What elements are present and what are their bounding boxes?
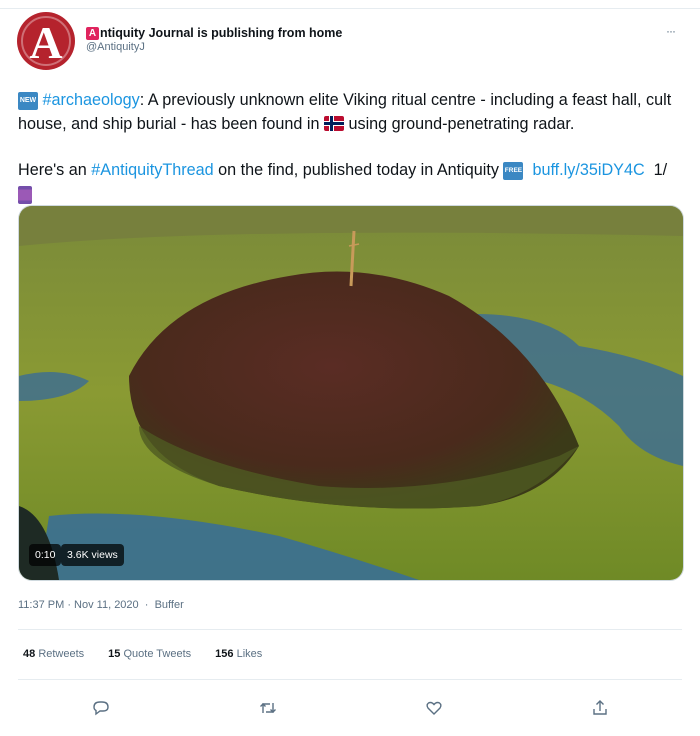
like-icon[interactable] bbox=[424, 698, 444, 718]
account-name-text: ntiquity Journal is publishing from home bbox=[100, 26, 343, 40]
avatar-logo-letter: A bbox=[29, 17, 63, 68]
tweet-timestamp[interactable]: 11:37 PM · Nov 11, 2020 bbox=[18, 599, 139, 611]
tweet-line2-start: Here's an bbox=[18, 161, 87, 179]
retweets-stat[interactable]: 48 Retweets bbox=[23, 648, 84, 660]
thread-spool-icon bbox=[18, 185, 32, 204]
reply-icon[interactable] bbox=[91, 698, 111, 718]
video-views: 3.6K views bbox=[61, 544, 124, 566]
tweet-source[interactable]: Buffer bbox=[155, 599, 184, 611]
tweet-text: NEW #archaeology: A previously unknown e… bbox=[18, 88, 688, 206]
video-player[interactable] bbox=[18, 205, 684, 581]
tweet-line1-end: using ground-penetrating radar. bbox=[348, 115, 575, 133]
divider bbox=[18, 629, 682, 630]
tweet-link[interactable]: buff.ly/35iDY4C bbox=[532, 161, 644, 179]
hashtag-antiquitythread[interactable]: #AntiquityThread bbox=[91, 161, 213, 179]
likes-stat[interactable]: 156 Likes bbox=[215, 648, 262, 660]
avatar[interactable]: A bbox=[17, 12, 75, 70]
free-emoji-icon: FREE bbox=[503, 161, 524, 180]
norway-flag-icon bbox=[323, 116, 344, 131]
thread-count: 1/ bbox=[653, 161, 668, 179]
tweet-meta: 11:37 PM · Nov 11, 2020 · Buffer bbox=[18, 599, 184, 611]
a-logo-icon: A bbox=[86, 26, 99, 40]
hashtag-archaeology[interactable]: #archaeology bbox=[43, 91, 140, 109]
account-name[interactable]: A ntiquity Journal is publishing from ho… bbox=[86, 26, 342, 40]
new-emoji-icon: NEW bbox=[18, 91, 38, 110]
video-duration: 0:10 bbox=[29, 544, 62, 566]
divider bbox=[18, 679, 682, 680]
meta-dot: · bbox=[144, 599, 149, 611]
more-options-icon[interactable]: ··· bbox=[666, 24, 676, 38]
quote-tweets-stat[interactable]: 15 Quote Tweets bbox=[108, 648, 191, 660]
retweet-icon[interactable] bbox=[258, 698, 278, 718]
tweet-line2-mid: on the find, published today in Antiquit… bbox=[218, 161, 499, 179]
burial-mound-video-frame bbox=[19, 206, 683, 580]
account-handle[interactable]: @AntiquityJ bbox=[86, 41, 145, 53]
share-icon[interactable] bbox=[590, 698, 610, 718]
top-divider bbox=[0, 8, 700, 9]
engagement-stats: 48 Retweets 15 Quote Tweets 156 Likes bbox=[23, 648, 286, 660]
